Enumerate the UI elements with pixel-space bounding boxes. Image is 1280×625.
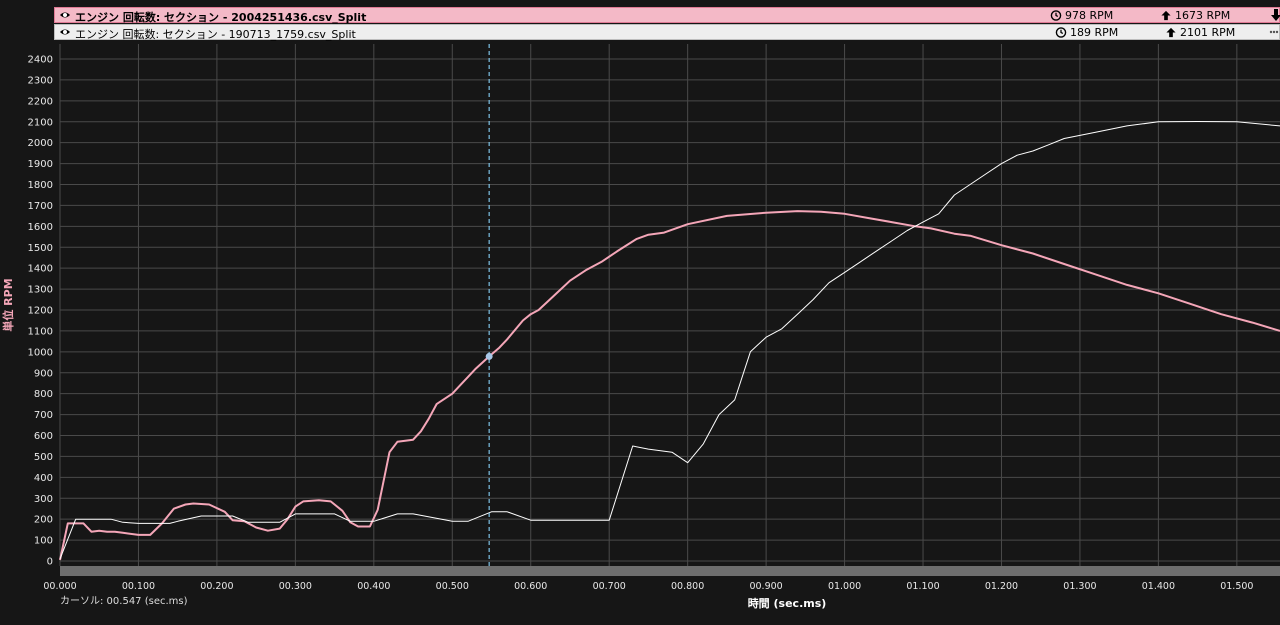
plot-background bbox=[60, 44, 1280, 566]
y-tick-label: 400 bbox=[34, 473, 53, 484]
timeline-scrollbar[interactable] bbox=[60, 566, 1280, 576]
eye-icon[interactable] bbox=[59, 27, 71, 37]
y-tick-label: 800 bbox=[34, 389, 53, 400]
arrow-up-icon bbox=[1161, 10, 1171, 21]
y-tick-label: 1300 bbox=[28, 285, 53, 296]
y-tick-label: 1600 bbox=[28, 222, 53, 233]
arrow-down-icon bbox=[1271, 9, 1280, 21]
x-tick-label: 00.100 bbox=[122, 581, 155, 592]
clock-icon bbox=[1055, 27, 1067, 38]
x-tick-label: 00.200 bbox=[200, 581, 233, 592]
y-axis-ticks: 0 100 200 300 400 500 600 700 800 900 1000 1100 1200… bbox=[28, 55, 53, 568]
arrow-up-icon bbox=[1166, 27, 1176, 38]
y-tick-label: 200 bbox=[34, 515, 53, 526]
x-axis-ticks: 00.000 00.100 00.200 00.300 00.400 00.500 00.6… bbox=[43, 581, 1253, 592]
cursor-readout: カーソル: 00.547 (sec.ms) bbox=[60, 595, 188, 607]
eye-icon[interactable] bbox=[59, 10, 71, 20]
y-tick-label: 2400 bbox=[28, 55, 53, 66]
y-tick-label: 2100 bbox=[28, 117, 53, 128]
y-axis-label: 単位 RPM bbox=[1, 278, 15, 331]
x-tick-label: 01.100 bbox=[906, 581, 939, 592]
y-tick-label: 2300 bbox=[28, 75, 53, 86]
x-tick-label: 00.000 bbox=[43, 581, 76, 592]
y-tick-label: 300 bbox=[34, 494, 53, 505]
x-axis-label: 時間 (sec.ms) bbox=[748, 596, 827, 610]
series-2-min-stat: 189 RPM bbox=[1055, 26, 1118, 39]
y-tick-label: 900 bbox=[34, 368, 53, 379]
series-1-min-stat: 978 RPM bbox=[1050, 9, 1113, 22]
cursor-point bbox=[485, 352, 493, 360]
x-tick-label: 00.300 bbox=[279, 581, 312, 592]
series-2-min-label: 189 RPM bbox=[1070, 26, 1119, 39]
series-1-name: エンジン 回転数: セクション - 2004251436.csv_Split bbox=[75, 11, 367, 24]
y-tick-label: 1400 bbox=[28, 264, 53, 275]
x-tick-label: 01.500 bbox=[1220, 581, 1253, 592]
x-tick-label: 01.300 bbox=[1063, 581, 1096, 592]
y-tick-label: 1000 bbox=[28, 347, 53, 358]
dots-icon[interactable] bbox=[1269, 27, 1279, 37]
x-tick-label: 00.500 bbox=[436, 581, 469, 592]
x-tick-label: 00.800 bbox=[671, 581, 704, 592]
y-tick-label: 600 bbox=[34, 431, 53, 442]
x-tick-label: 00.900 bbox=[749, 581, 782, 592]
series-1-max-label: 1673 RPM bbox=[1175, 9, 1231, 22]
x-tick-label: 00.600 bbox=[514, 581, 547, 592]
y-tick-label: 1800 bbox=[28, 180, 53, 191]
y-tick-label: 1500 bbox=[28, 243, 53, 254]
x-tick-label: 00.400 bbox=[357, 581, 390, 592]
series-1-max-stat: 1673 RPM bbox=[1160, 9, 1230, 22]
series-2-max-stat: 2101 RPM bbox=[1165, 26, 1235, 39]
y-tick-label: 1100 bbox=[28, 326, 53, 337]
y-tick-label: 2000 bbox=[28, 138, 53, 149]
x-tick-label: 01.200 bbox=[985, 581, 1018, 592]
y-tick-label: 0 bbox=[47, 557, 53, 568]
y-tick-label: 1200 bbox=[28, 306, 53, 317]
series-2-max-label: 2101 RPM bbox=[1180, 26, 1236, 39]
series-1-min-label: 978 RPM bbox=[1065, 9, 1114, 22]
clock-icon bbox=[1050, 10, 1062, 21]
y-tick-label: 2200 bbox=[28, 96, 53, 107]
legend-row-series-2[interactable]: エンジン 回転数: セクション - 190713_1759.csv_Split … bbox=[54, 24, 1280, 41]
chart-area[interactable]: 0 100 200 300 400 500 600 700 800 900 1000 1100 1200… bbox=[0, 40, 1280, 621]
x-tick-label: 00.700 bbox=[593, 581, 626, 592]
x-tick-label: 01.000 bbox=[828, 581, 861, 592]
y-tick-label: 1900 bbox=[28, 159, 53, 170]
rpm-line-chart[interactable]: 0 100 200 300 400 500 600 700 800 900 1000 1100 1200… bbox=[0, 40, 1280, 621]
y-tick-label: 1700 bbox=[28, 201, 53, 212]
y-tick-label: 700 bbox=[34, 410, 53, 421]
legend-row-series-1[interactable]: エンジン 回転数: セクション - 2004251436.csv_Split 9… bbox=[54, 7, 1280, 24]
y-tick-label: 100 bbox=[34, 536, 53, 547]
x-tick-label: 01.400 bbox=[1142, 581, 1175, 592]
y-tick-label: 500 bbox=[34, 452, 53, 463]
